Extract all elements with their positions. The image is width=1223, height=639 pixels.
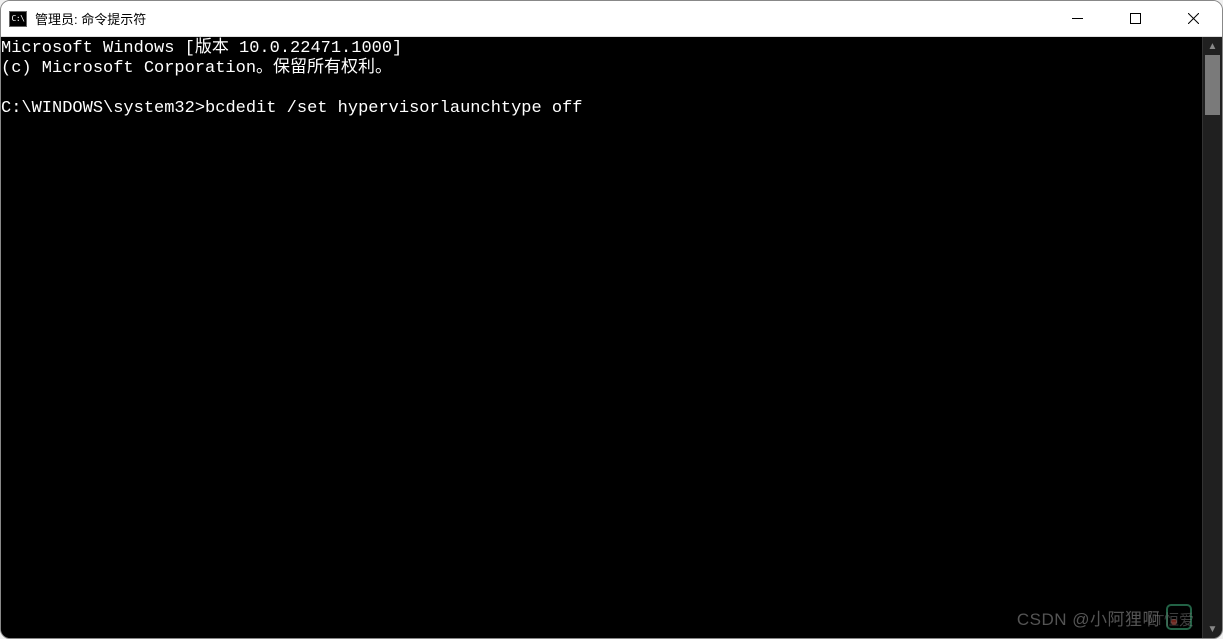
- maximize-button[interactable]: [1106, 1, 1164, 36]
- minimize-icon: [1072, 13, 1083, 24]
- vertical-scrollbar[interactable]: ▲ ▼: [1202, 37, 1222, 638]
- console-output[interactable]: Microsoft Windows [版本 10.0.22471.1000] (…: [1, 37, 1202, 638]
- app-icon: C:\: [9, 11, 27, 27]
- titlebar[interactable]: C:\ 管理员: 命令提示符: [1, 1, 1222, 37]
- scroll-up-arrow-icon[interactable]: ▲: [1203, 37, 1222, 55]
- scrollbar-thumb[interactable]: [1205, 55, 1220, 115]
- console-wrap: Microsoft Windows [版本 10.0.22471.1000] (…: [1, 37, 1222, 638]
- console-prompt-line: C:\WINDOWS\system32>bcdedit /set hypervi…: [1, 99, 583, 118]
- minimize-button[interactable]: [1048, 1, 1106, 36]
- scroll-down-arrow-icon[interactable]: ▼: [1203, 620, 1222, 638]
- app-icon-text: C:\: [12, 15, 25, 23]
- close-button[interactable]: [1164, 1, 1222, 36]
- close-icon: [1188, 13, 1199, 24]
- console-line-copyright: (c) Microsoft Corporation。保留所有权利。: [1, 59, 392, 78]
- console-prompt: C:\WINDOWS\system32>: [1, 99, 205, 118]
- maximize-icon: [1130, 13, 1141, 24]
- window-title: 管理员: 命令提示符: [35, 9, 1048, 28]
- command-prompt-window: C:\ 管理员: 命令提示符 Microsoft Windows [版本 10.…: [0, 0, 1223, 639]
- window-controls: [1048, 1, 1222, 36]
- console-command[interactable]: bcdedit /set hypervisorlaunchtype off: [205, 99, 582, 118]
- console-line-version: Microsoft Windows [版本 10.0.22471.1000]: [1, 39, 402, 58]
